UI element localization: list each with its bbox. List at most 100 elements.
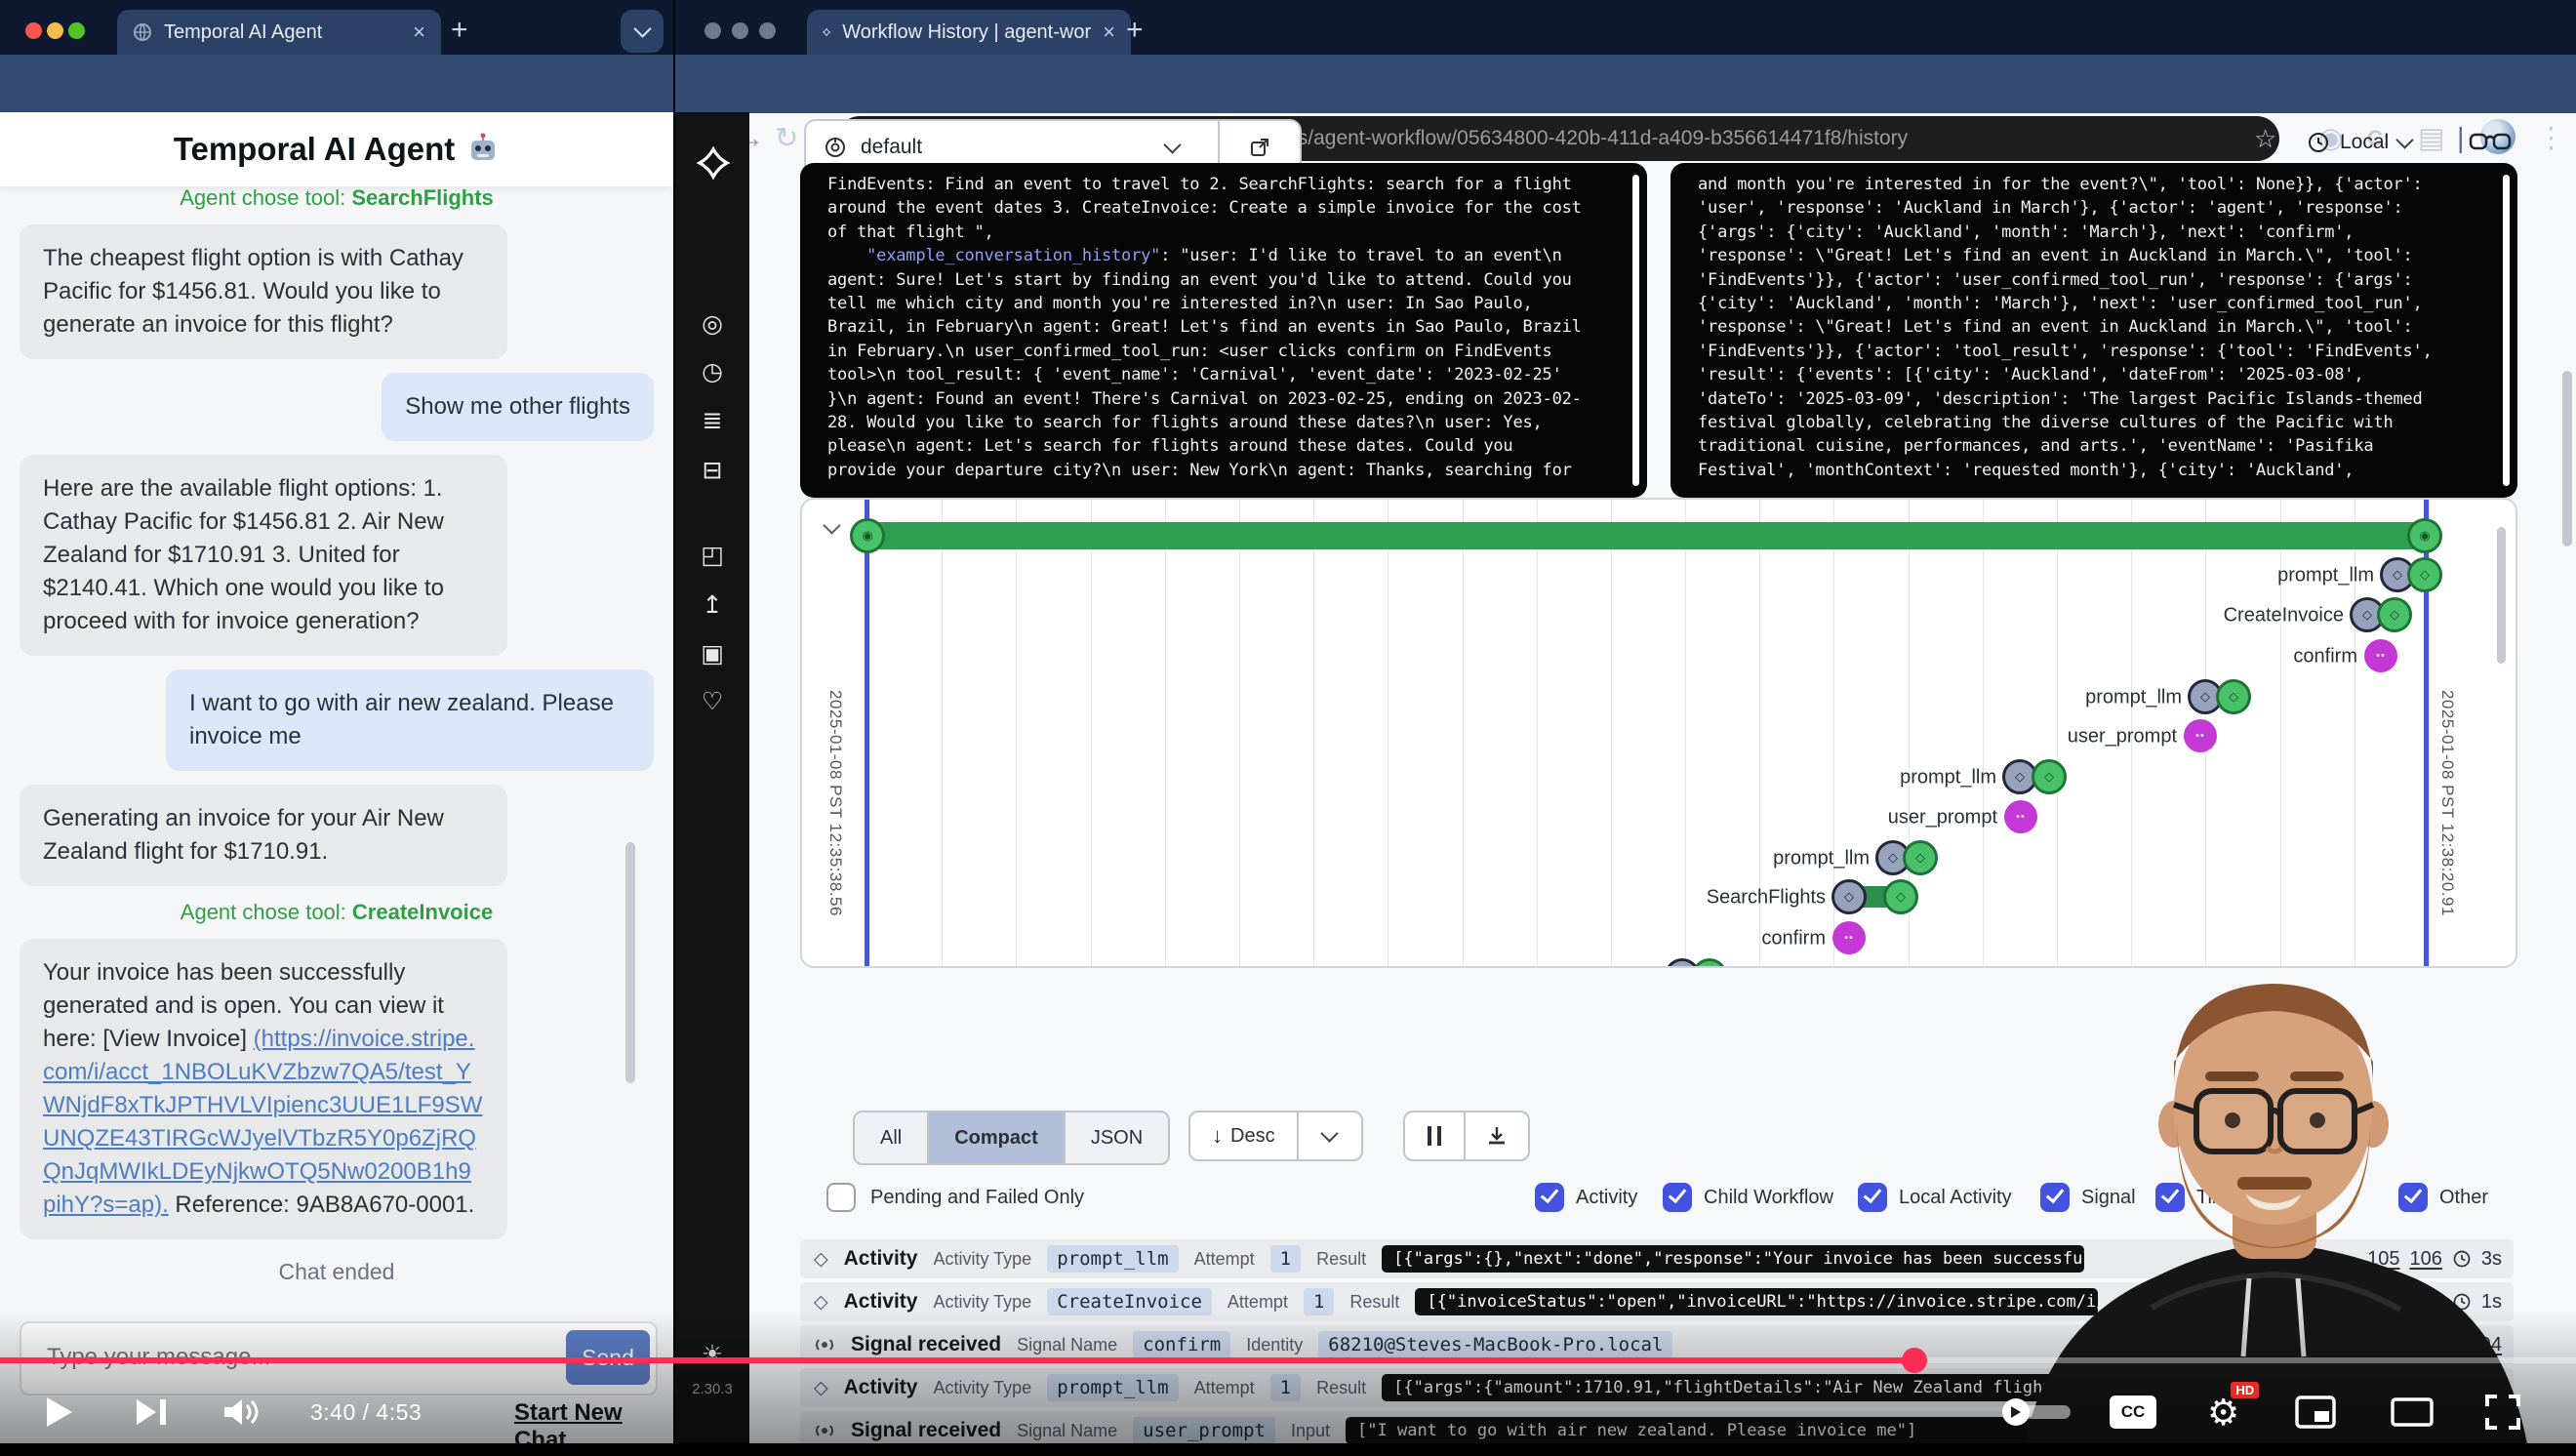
tool-label-prefix: Agent chose tool: — [181, 900, 352, 924]
code-line: 'dateTo': '2025-03-09', 'description': '… — [1698, 387, 2517, 411]
import-icon[interactable]: ↥ — [675, 593, 749, 618]
signal-marker[interactable]: •• — [2004, 800, 2037, 833]
code-line: "example_conversation_history": "user: I… — [827, 244, 1647, 267]
workflow-result-code-block[interactable]: and month you're interested in for the e… — [1670, 163, 2517, 498]
collapse-chevron-icon[interactable] — [825, 519, 838, 537]
miniplayer-button[interactable] — [2295, 1395, 2336, 1429]
codec-icon[interactable]: ◰ — [675, 544, 749, 568]
signal-marker[interactable]: •• — [1832, 921, 1866, 954]
new-tab-button[interactable]: + — [1126, 14, 1144, 47]
progress-playhead[interactable] — [1902, 1348, 1927, 1373]
activity-completed-marker[interactable]: ◇ — [2216, 679, 2251, 714]
close-window-button[interactable] — [704, 22, 721, 39]
gridline — [1165, 500, 1166, 966]
activity-completed-marker[interactable]: ◇ — [1903, 840, 1938, 875]
code-scrollbar[interactable] — [1632, 175, 1639, 486]
volume-icon[interactable] — [222, 1395, 262, 1429]
activity-completed-marker[interactable]: ◇ — [1692, 958, 1727, 968]
browser-tab[interactable]: Temporal AI Agent × — [117, 10, 441, 55]
code-scrollbar[interactable] — [2503, 175, 2510, 486]
timeline-row-label: prompt_llm — [2277, 565, 2374, 587]
tab-search-chevron[interactable] — [621, 10, 664, 53]
activity-completed-marker[interactable]: ◇ — [1883, 879, 1918, 914]
browser-tab[interactable]: Workflow History | agent-wor × — [807, 10, 1131, 55]
namespace-value: default — [861, 136, 922, 159]
minimize-window-button[interactable] — [47, 22, 63, 39]
tab-title: Workflow History | agent-wor — [842, 21, 1091, 44]
type-checkbox-child-workflow[interactable] — [1663, 1183, 1692, 1212]
bookmark-star-icon[interactable]: ☆ — [2254, 123, 2276, 154]
view-tab-json[interactable]: JSON — [1066, 1112, 1168, 1163]
zoom-window-button[interactable] — [68, 22, 85, 39]
sort-control[interactable]: ↓Desc — [1188, 1111, 1363, 1161]
invoice-link[interactable]: (https://invoice.stripe.com/i/acct_1NBOL… — [43, 1026, 482, 1218]
activity-completed-marker[interactable]: ◇ — [2407, 557, 2442, 592]
view-tab-compact[interactable]: Compact — [929, 1112, 1066, 1163]
workflows-icon[interactable]: ◎ — [675, 312, 749, 337]
code-line: {'args': {'city': 'Auckland', 'month': '… — [1698, 221, 2517, 244]
workflow-end-marker[interactable]: ◉ — [2407, 518, 2442, 553]
close-window-button[interactable] — [25, 22, 42, 39]
events-card-icon[interactable]: ▣ — [675, 642, 749, 667]
gridline — [942, 500, 943, 966]
code-line: {'city': 'Auckland', 'month': 'March'}, … — [1698, 292, 2517, 315]
agent-tool-label: Agent chose tool: CreateInvoice — [20, 900, 654, 925]
page-scrollbar[interactable] — [2562, 371, 2572, 546]
chat-scrollbar[interactable] — [625, 842, 635, 1083]
reload-icon[interactable]: ↻ — [775, 123, 798, 154]
pause-feed-button[interactable] — [1405, 1112, 1464, 1159]
download-history-button[interactable] — [1466, 1112, 1528, 1159]
tab-close-icon[interactable]: × — [413, 20, 425, 45]
signal-marker[interactable]: •• — [2364, 639, 2397, 672]
activity-completed-marker[interactable]: ◇ — [2032, 759, 2067, 794]
activity-completed-marker[interactable]: ◇ — [2377, 597, 2412, 632]
browser-menu-icon[interactable]: ⋮ — [2537, 123, 2565, 154]
agent-message-bubble: Here are the available flight options: 1… — [20, 455, 507, 656]
workflow-execution-span — [867, 522, 2429, 549]
open-namespace-button[interactable] — [1220, 137, 1300, 158]
stack-icon[interactable]: ≣ — [675, 409, 749, 433]
archive-icon[interactable]: ⊟ — [675, 459, 749, 483]
sort-options-chevron[interactable] — [1299, 1112, 1361, 1159]
type-checkbox-activity[interactable] — [1535, 1183, 1564, 1212]
type-label: Activity — [1576, 1183, 1637, 1212]
event-type-label: Activity — [844, 1247, 918, 1271]
namespace-icon — [824, 136, 847, 159]
favorites-icon[interactable]: ♡ — [675, 690, 749, 714]
extensions-icon[interactable]: ▤ — [2418, 123, 2444, 154]
timeline-scrollbar[interactable] — [2497, 527, 2506, 664]
code-line: in February.\n user_confirmed_tool_run: … — [827, 340, 1647, 363]
user-message-bubble: Show me other flights — [382, 373, 654, 441]
theater-mode-button[interactable] — [2391, 1397, 2434, 1427]
arrow-down-icon: ↓ — [1212, 1123, 1223, 1149]
zoom-window-button[interactable] — [759, 22, 776, 39]
captions-button[interactable]: CC — [2110, 1395, 2156, 1429]
timezone-selector[interactable]: Local — [2307, 131, 2411, 154]
next-button[interactable] — [135, 1397, 168, 1427]
view-tab-all[interactable]: All — [855, 1112, 929, 1163]
signal-marker[interactable]: •• — [2184, 719, 2217, 752]
globe-favicon-icon — [133, 22, 152, 42]
autoplay-knob[interactable] — [2002, 1398, 2030, 1426]
letterbox-bar — [0, 1443, 2576, 1456]
message-text: Reference: 9AB8A670-0001. — [169, 1192, 475, 1218]
play-button[interactable] — [45, 1395, 74, 1429]
temporal-favicon-icon — [823, 22, 830, 42]
labs-glasses-icon[interactable] — [2469, 129, 2512, 158]
code-line: 28. Would you like to search for flights… — [827, 411, 1647, 434]
pause-icon — [1428, 1126, 1441, 1146]
tab-close-icon[interactable]: × — [1103, 20, 1115, 45]
activity-scheduled-marker[interactable]: ◇ — [1665, 958, 1700, 968]
workflow-start-marker[interactable]: ◉ — [850, 518, 885, 553]
minimize-window-button[interactable] — [732, 22, 748, 39]
pending-failed-label: Pending and Failed Only — [870, 1183, 1084, 1212]
new-tab-button[interactable]: + — [451, 14, 468, 47]
activity-scheduled-marker[interactable]: ◇ — [1831, 879, 1867, 914]
type-checkbox-local-activity[interactable] — [1858, 1183, 1887, 1212]
pending-failed-checkbox[interactable] — [826, 1183, 856, 1212]
fullscreen-button[interactable] — [2484, 1394, 2521, 1431]
workflow-input-code-block[interactable]: FindEvents: Find an event to travel to 2… — [800, 163, 1647, 498]
schedules-icon[interactable]: ◷ — [675, 360, 749, 384]
settings-gear-icon[interactable]: ⚙HD — [2207, 1392, 2239, 1434]
tool-label-prefix: Agent chose tool: — [180, 185, 351, 210]
